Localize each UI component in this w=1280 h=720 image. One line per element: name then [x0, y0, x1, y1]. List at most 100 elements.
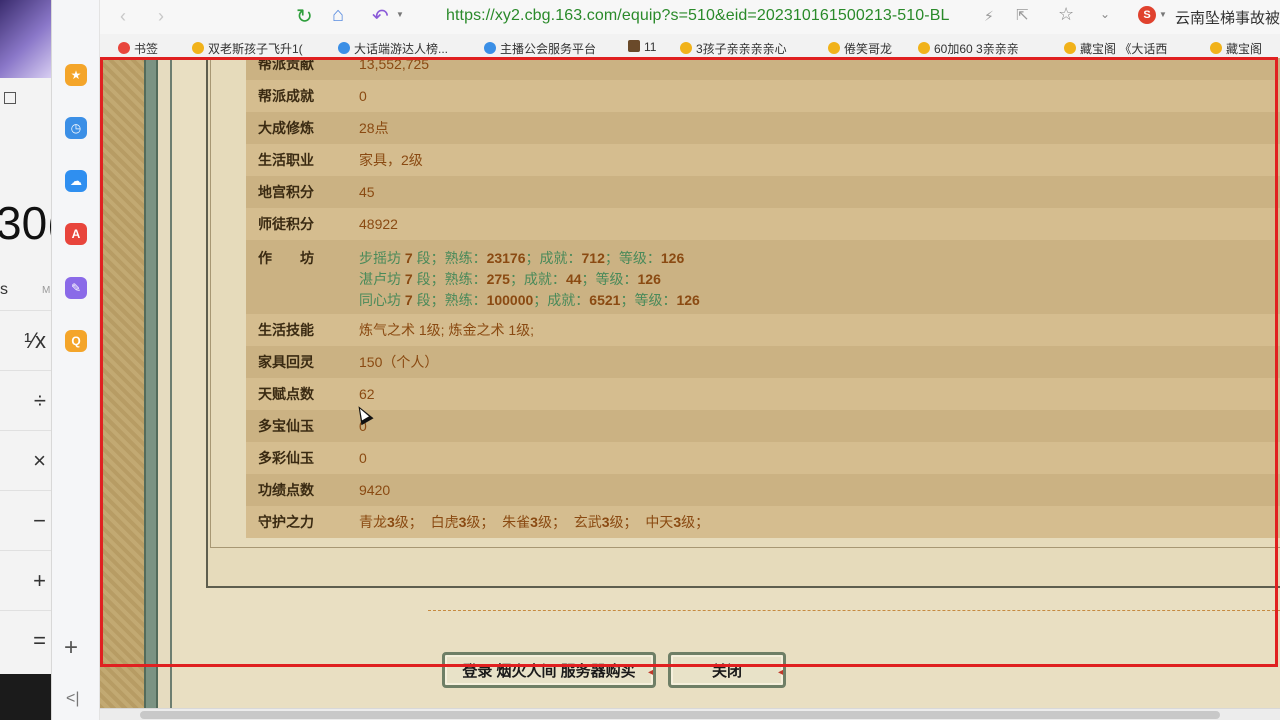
- bookmark-item[interactable]: 藏宝阁: [1210, 40, 1262, 57]
- star-icon: [118, 42, 130, 54]
- guardian-list: 青龙3级； 白虎3级； 朱雀3级； 玄武3级； 中天3级；: [359, 506, 1280, 538]
- list-item: 同心坊 7 段；熟练：100000；成就：6521；等级：126: [359, 292, 700, 308]
- bookmark-item[interactable]: 主播公会服务平台: [484, 40, 596, 57]
- row-value: 13,552,725: [359, 58, 1280, 80]
- bookmark-item[interactable]: 书签: [118, 40, 158, 57]
- row-label: 家具回灵: [246, 346, 359, 378]
- chevron-down-icon[interactable]: ▼: [396, 10, 404, 19]
- row-label: 守护之力: [246, 506, 359, 538]
- row-value: 炼气之术 1级; 炼金之术 1级;: [359, 314, 1280, 346]
- equals-button[interactable]: =: [0, 610, 51, 670]
- minus-button[interactable]: −: [0, 490, 51, 550]
- bookmark-icon: [338, 42, 350, 54]
- row-value: 0: [359, 442, 1280, 474]
- search-input[interactable]: 云南坠梯事故被提纵调查: [1175, 7, 1280, 28]
- arrow-icon: ◂: [647, 663, 655, 679]
- divider: [428, 610, 1280, 611]
- list-item: 白虎3级；: [430, 514, 495, 530]
- bookmark-item[interactable]: 60加60 3亲亲亲: [918, 40, 1019, 57]
- scrollbar-thumb[interactable]: [140, 711, 1220, 719]
- history-icon[interactable]: ◷: [65, 117, 87, 139]
- row-label: 帮派成就: [246, 80, 359, 112]
- bookmark-item[interactable]: 藏宝阁 《大话西: [1064, 40, 1167, 57]
- list-item: 湛卢坊 7 段；熟练：275；成就：44；等级：126: [359, 271, 661, 287]
- undo-icon[interactable]: ↶: [372, 4, 389, 29]
- table-row: 地宫积分 45: [246, 176, 1280, 208]
- bookmark-icon: [828, 42, 840, 54]
- login-purchase-button[interactable]: 登录 烟火人间 服务器购买 ◂: [442, 652, 656, 688]
- lightning-icon[interactable]: ⚡: [984, 8, 994, 25]
- character-info-table: 帮派贡献 13,552,725 帮派成就 0 大成修炼 28点 生活职业 家具，2级 地…: [246, 58, 1280, 538]
- search-tool-icon[interactable]: Q: [65, 330, 87, 352]
- row-value: 9420: [359, 474, 1280, 506]
- row-label: 生活技能: [246, 314, 359, 346]
- screen: 30( s M ¹⁄x ÷ × − + = ★ ◷ ☁ A ✎ Q + <| ‹…: [0, 0, 1280, 720]
- web-page: 帮派贡献 13,552,725 帮派成就 0 大成修炼 28点 生活职业 家具，2级 地…: [100, 58, 1280, 720]
- list-item: 中天3级；: [645, 514, 710, 530]
- row-value: 62: [359, 378, 1280, 410]
- divide-button[interactable]: ÷: [0, 370, 51, 430]
- content-area: 帮派贡献 13,552,725 帮派成就 0 大成修炼 28点 生活职业 家具，2级 地…: [172, 58, 1280, 720]
- refresh-icon[interactable]: ↻: [296, 4, 313, 29]
- chevron-down-icon[interactable]: ⌄: [1100, 7, 1110, 21]
- arrow-icon: ◂: [777, 663, 785, 679]
- table-row: 多宝仙玉 0: [246, 410, 1280, 442]
- list-item: 青龙3级；: [359, 514, 423, 530]
- bookmark-item[interactable]: 11: [628, 40, 656, 54]
- bookmark-star-icon[interactable]: ☆: [1058, 4, 1074, 25]
- workshop-list: 步摇坊 7 段；熟练：23176；成就：712；等级：126 湛卢坊 7 段；熟…: [359, 240, 1280, 314]
- bookmark-icon: [680, 42, 692, 54]
- back-button[interactable]: ‹: [120, 6, 126, 27]
- add-sidebar-item-icon[interactable]: +: [64, 634, 78, 662]
- home-icon[interactable]: ⌂: [332, 4, 344, 27]
- forward-button[interactable]: ›: [158, 6, 164, 27]
- horizontal-scrollbar[interactable]: [100, 708, 1280, 720]
- close-button[interactable]: 关闭 ◂: [668, 652, 786, 688]
- table-row: 生活技能 炼气之术 1级; 炼金之术 1级;: [246, 314, 1280, 346]
- list-item: 玄武3级；: [573, 514, 638, 530]
- search-engine-icon[interactable]: S: [1138, 6, 1156, 24]
- bookmark-item[interactable]: 3孩子亲亲亲亲心: [680, 40, 787, 57]
- restore-window-icon[interactable]: [4, 92, 16, 104]
- bookmark-icon: [192, 42, 204, 54]
- row-value: 28点: [359, 112, 1280, 144]
- table-row: 生活职业 家具，2级: [246, 144, 1280, 176]
- calculator-window: 30( s M ¹⁄x ÷ × − + =: [0, 0, 52, 720]
- bookmark-icon: [628, 40, 640, 52]
- memory-button[interactable]: M: [42, 285, 50, 296]
- browser-sidebar: ★ ◷ ☁ A ✎ Q + <|: [52, 0, 100, 720]
- bookmark-icon: [1210, 42, 1222, 54]
- memory-store-button[interactable]: s: [0, 281, 8, 299]
- table-row: 功绩点数 9420: [246, 474, 1280, 506]
- multiply-button[interactable]: ×: [0, 430, 51, 490]
- cloud-icon[interactable]: ☁: [65, 170, 87, 192]
- table-row: 帮派贡献 13,552,725: [246, 58, 1280, 80]
- bookmark-bar: 书签 双老斯孩子飞升1( 大话端游达人榜... 主播公会服务平台 11 3孩子亲…: [100, 34, 1280, 58]
- favorites-icon[interactable]: ★: [65, 64, 87, 86]
- browser-toolbar: ‹ › ↻ ⌂ ↶ ▼ https://xy2.cbg.163.com/equi…: [100, 0, 1280, 34]
- bookmark-icon: [1064, 42, 1076, 54]
- row-value: 0: [359, 80, 1280, 112]
- collapse-sidebar-icon[interactable]: <|: [66, 690, 80, 708]
- row-label: 大成修炼: [246, 112, 359, 144]
- note-icon[interactable]: ✎: [65, 277, 87, 299]
- reciprocal-button[interactable]: ¹⁄x: [0, 310, 51, 370]
- plus-button[interactable]: +: [0, 550, 51, 610]
- page-border: [158, 58, 172, 720]
- bookmark-item[interactable]: 双老斯孩子飞升1(: [192, 40, 303, 57]
- row-label: 多彩仙玉: [246, 442, 359, 474]
- address-bar[interactable]: https://xy2.cbg.163.com/equip?s=510&eid=…: [446, 7, 949, 25]
- bookmark-item[interactable]: 倦笑哥龙: [828, 40, 892, 57]
- bookmark-item[interactable]: 大话端游达人榜...: [338, 40, 448, 57]
- chevron-down-icon[interactable]: ▼: [1159, 10, 1167, 19]
- table-row: 师徒积分 48922: [246, 208, 1280, 240]
- page-border-pattern: [100, 58, 144, 720]
- pdf-icon[interactable]: A: [65, 223, 87, 245]
- share-icon[interactable]: ⇱: [1016, 6, 1029, 24]
- row-label: 多宝仙玉: [246, 410, 359, 442]
- bookmark-icon: [484, 42, 496, 54]
- row-label: 地宫积分: [246, 176, 359, 208]
- row-label: 功绩点数: [246, 474, 359, 506]
- row-label: 作 坊: [246, 240, 359, 314]
- row-value: 45: [359, 176, 1280, 208]
